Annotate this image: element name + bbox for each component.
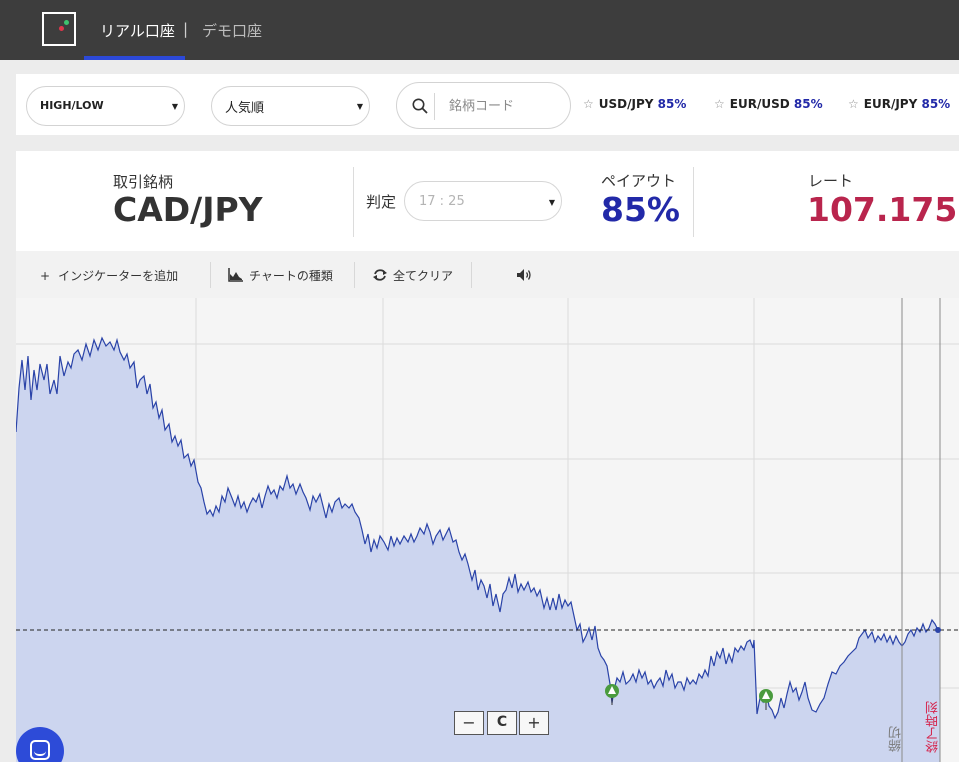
symbol-search-input[interactable] — [449, 95, 564, 117]
toolbar-divider — [354, 262, 355, 288]
chart-type-button[interactable]: チャートの種類 — [228, 267, 333, 284]
sort-order-select[interactable]: 人気順 ▼ — [211, 86, 370, 126]
divider — [353, 167, 354, 237]
fav-payout: 85% — [793, 97, 823, 111]
fav-payout: 85% — [921, 97, 951, 111]
add-indicator-label: インジケーターを追加 — [58, 269, 179, 283]
trade-type-select[interactable]: HIGH/LOW ▼ — [26, 86, 185, 126]
symbol-search — [396, 82, 571, 129]
zoom-in-button[interactable]: + — [519, 711, 549, 735]
tab-demo-account[interactable]: デモ口座 — [202, 20, 262, 41]
divider — [693, 167, 694, 237]
search-divider — [434, 93, 435, 120]
rate-label: レート — [808, 172, 854, 190]
logo-dot — [64, 20, 69, 25]
chart-type-label: チャートの種類 — [249, 269, 333, 283]
caret-down-icon: ▼ — [171, 102, 178, 111]
favorite-usdjpy[interactable]: ☆ USD/JPY 85% — [583, 97, 686, 111]
payout-label: ペイアウト — [601, 172, 677, 190]
active-tab-indicator — [84, 56, 185, 60]
expiry-label: 判定 — [366, 193, 397, 211]
plus-icon: + — [40, 269, 51, 283]
price-chart[interactable]: − C + 締切 終了時刻 — [16, 298, 959, 762]
logo-dot — [59, 26, 64, 31]
expiry-value: 17 : 25 — [419, 194, 465, 209]
star-icon[interactable]: ☆ — [714, 97, 725, 111]
sort-order-value: 人気順 — [225, 101, 265, 116]
toolbar-divider — [210, 262, 211, 288]
add-indicator-button[interactable]: + インジケーターを追加 — [40, 267, 178, 284]
fav-pair: USD/JPY — [598, 97, 654, 111]
logo[interactable] — [42, 12, 76, 46]
zoom-out-button[interactable]: − — [454, 711, 484, 735]
fav-pair: EUR/USD — [729, 97, 790, 111]
filter-bar: HIGH/LOW ▼ 人気順 ▼ ☆ USD/JPY 85% ☆ EUR/USD 8… — [16, 74, 959, 135]
star-icon[interactable]: ☆ — [848, 97, 859, 111]
tab-real-account[interactable]: リアル口座 — [100, 20, 175, 41]
favorite-eurjpy[interactable]: ☆ EUR/JPY 85% — [848, 97, 950, 111]
chart-toolbar: + インジケーターを追加 チャートの種類 全てクリア — [16, 251, 959, 298]
caret-down-icon: ▼ — [356, 102, 363, 111]
payout-value: 85% — [601, 190, 680, 229]
cutoff-label: 締切 — [889, 726, 904, 752]
symbol-value: CAD/JPY — [113, 190, 263, 229]
fav-payout: 85% — [657, 97, 687, 111]
refresh-icon — [373, 269, 387, 281]
price-chart-svg — [16, 298, 959, 762]
trade-type-value: HIGH/LOW — [40, 99, 104, 112]
expiry-time-label: 終了時刻 — [926, 701, 941, 753]
fav-pair: EUR/JPY — [863, 97, 918, 111]
caret-down-icon: ▼ — [548, 198, 555, 207]
trade-info-panel: 取引銘柄 CAD/JPY 判定 17 : 25 ▼ ペイアウト 85% レート … — [16, 151, 959, 251]
search-icon — [412, 98, 428, 114]
chart-type-icon — [228, 268, 243, 282]
clear-all-label: 全てクリア — [393, 269, 454, 283]
current-price-dot — [935, 627, 941, 633]
top-nav: リアル口座 | デモ口座 — [0, 0, 959, 60]
sound-icon[interactable] — [516, 268, 534, 282]
tab-separator: | — [183, 20, 189, 38]
chat-icon — [30, 740, 50, 760]
price-area — [16, 338, 940, 762]
expiry-select[interactable]: 17 : 25 ▼ — [404, 181, 562, 221]
zoom-reset-button[interactable]: C — [487, 711, 517, 735]
clear-all-button[interactable]: 全てクリア — [372, 267, 453, 284]
star-icon[interactable]: ☆ — [583, 97, 594, 111]
favorite-eurusd[interactable]: ☆ EUR/USD 85% — [714, 97, 823, 111]
rate-value: 107.175 — [807, 190, 958, 229]
symbol-label: 取引銘柄 — [113, 173, 174, 191]
toolbar-divider — [471, 262, 472, 288]
